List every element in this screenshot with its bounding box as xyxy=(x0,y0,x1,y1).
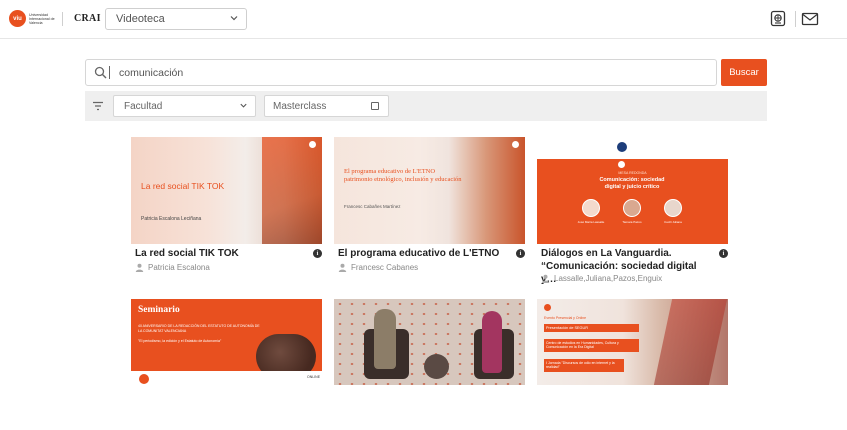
section-select-value: Videoteca xyxy=(116,13,165,25)
filter-icon[interactable] xyxy=(92,100,104,112)
thumb-footer: ONLINE xyxy=(131,371,322,385)
facultad-select-label: Facultad xyxy=(124,100,163,112)
video-thumbnail[interactable] xyxy=(334,299,525,385)
info-icon[interactable]: i xyxy=(719,249,728,258)
masterclass-label: Masterclass xyxy=(273,100,327,112)
screen-icon[interactable] xyxy=(769,10,787,28)
person-icon xyxy=(541,274,550,283)
author-name: Lassalle,Juliana,Pazos,Enguix xyxy=(554,274,663,283)
card-title[interactable]: El programa educativo de L'ETNO xyxy=(338,247,510,260)
thumb-decoration xyxy=(262,137,322,244)
info-icon[interactable]: i xyxy=(516,249,525,258)
thumb-top-band xyxy=(537,137,728,159)
card-title[interactable]: La red social TIK TOK xyxy=(135,247,307,260)
top-header: viu Universidad Internacional de Valenci… xyxy=(0,0,847,39)
side-table xyxy=(424,354,449,379)
viu-mark xyxy=(544,304,551,311)
thumb-tag: MESA REDONDA xyxy=(618,171,647,175)
speaker-photo xyxy=(582,199,600,217)
speaker-name: Tamara Pazos xyxy=(622,220,642,224)
thumb-line: I Jornada "Discursos de odio en internet… xyxy=(544,359,624,372)
logo-text: Universidad Internacional de Valencia xyxy=(29,12,55,25)
search-box xyxy=(85,59,717,86)
info-icon[interactable]: i xyxy=(313,249,322,258)
video-card[interactable]: Seminario 40 ANIVERSARIO DE LA REDACCIÓN… xyxy=(131,299,322,385)
university-logo[interactable]: viu Universidad Internacional de Valenci… xyxy=(9,10,59,27)
speaker-name: Cecili Juliana xyxy=(664,220,682,224)
person-icon xyxy=(135,263,144,272)
viu-mark xyxy=(618,161,625,168)
section-select[interactable]: Videoteca xyxy=(105,8,247,30)
crai-label[interactable]: CRAI xyxy=(74,13,101,24)
header-icon-divider xyxy=(795,11,796,27)
thumb-heading: Seminario xyxy=(138,305,180,315)
person-icon xyxy=(338,263,347,272)
thumb-line: Presentación de SEGUR xyxy=(544,324,639,332)
video-thumbnail[interactable]: El programa educativo de L'ETNO patrimon… xyxy=(334,137,525,244)
viu-mark xyxy=(139,374,149,384)
thumb-photo xyxy=(653,299,728,385)
author-name: Francesc Cabanes xyxy=(351,263,419,272)
masterclass-checkbox[interactable] xyxy=(371,102,379,110)
video-thumbnail[interactable]: Evento Presencial y Online Presentación … xyxy=(537,299,728,385)
thumb-line: Centro de estudios en Humanidades, Cultu… xyxy=(544,339,639,352)
video-card[interactable] xyxy=(334,299,525,385)
card-author: Lassalle,Juliana,Pazos,Enguix xyxy=(541,274,662,283)
thumb-heading: La red social TIK TOK xyxy=(141,181,225,191)
video-card[interactable]: Evento Presencial y Online Presentación … xyxy=(537,299,728,385)
chevron-down-icon xyxy=(240,103,247,108)
thumb-subtitle: Patricia Escalona Leciñana xyxy=(141,216,202,222)
viu-mark xyxy=(309,141,316,148)
mail-icon[interactable] xyxy=(801,10,819,28)
vanguardia-logo xyxy=(617,142,627,152)
viu-mark xyxy=(512,141,519,148)
speaker-figure xyxy=(374,309,396,369)
video-thumbnail[interactable]: Seminario 40 ANIVERSARIO DE LA REDACCIÓN… xyxy=(131,299,322,385)
logo-mark: viu xyxy=(9,10,26,27)
search-button[interactable]: Buscar xyxy=(721,59,767,86)
thumb-badge: ONLINE xyxy=(307,375,321,379)
search-input[interactable] xyxy=(116,61,706,84)
card-author: Patricia Escalona xyxy=(135,263,210,272)
video-thumbnail[interactable]: MESA REDONDA Comunicación: sociedad digi… xyxy=(537,137,728,244)
chevron-down-icon xyxy=(230,16,238,21)
filter-bar: Facultad Masterclass xyxy=(85,91,767,121)
thumb-subtitle: 40 ANIVERSARIO DE LA REDACCIÓN DEL ESTAT… xyxy=(138,324,260,333)
thumb-heading: Comunicación: sociedad digital y juicio … xyxy=(599,177,665,190)
speaker-figure xyxy=(482,311,502,373)
thumb-quote: "El periodismo, la edición y el Estatuto… xyxy=(138,339,222,343)
speaker-photo xyxy=(664,199,682,217)
video-thumbnail[interactable]: La red social TIK TOK Patricia Escalona … xyxy=(131,137,322,244)
card-author: Francesc Cabanes xyxy=(338,263,418,272)
speaker-name: José María Lassalle xyxy=(577,220,605,224)
author-name: Patricia Escalona xyxy=(148,263,210,272)
thumb-heading: El programa educativo de L'ETNO patrimon… xyxy=(344,168,462,183)
search-icon xyxy=(94,66,107,79)
masterclass-filter[interactable]: Masterclass xyxy=(264,95,389,117)
search-divider xyxy=(109,66,110,79)
header-divider xyxy=(62,12,63,26)
thumb-tag: Evento Presencial y Online xyxy=(544,316,587,320)
facultad-select[interactable]: Facultad xyxy=(113,95,256,117)
thumb-subtitle: Francesc Cabañes Martínez xyxy=(344,204,401,209)
speaker-photo xyxy=(623,199,641,217)
